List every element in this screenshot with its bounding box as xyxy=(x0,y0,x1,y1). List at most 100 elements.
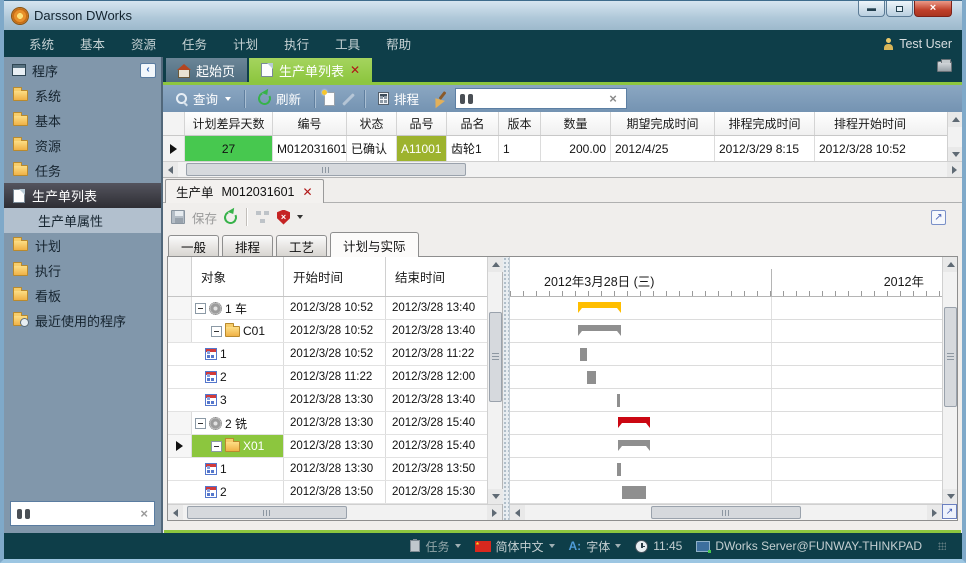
col-plan-diff-days[interactable]: 计划差异天数 xyxy=(185,112,273,135)
cell-part-name[interactable]: 齿轮1 xyxy=(447,136,499,161)
status-task-selector[interactable]: 任务 xyxy=(410,538,460,555)
col-part-name[interactable]: 品名 xyxy=(447,112,499,135)
col-sched-finish[interactable]: 排程完成时间 xyxy=(715,112,815,135)
tab-close-icon[interactable]: ✕ xyxy=(350,63,360,77)
broom-clear-icon[interactable] xyxy=(429,91,445,106)
status-clock[interactable]: 11:45 xyxy=(635,539,682,553)
scroll-right-button[interactable] xyxy=(927,505,942,520)
collapse-node-icon[interactable] xyxy=(195,418,206,429)
gantt-bar[interactable] xyxy=(617,394,620,407)
sidebar-search-clear-icon[interactable]: × xyxy=(140,506,148,521)
scroll-down-button[interactable] xyxy=(943,489,958,504)
cell-sched-start[interactable]: 2012/3/28 10:52 xyxy=(815,136,925,161)
tree-row[interactable]: 1 车 2012/3/28 10:52 2012/3/28 13:40 xyxy=(168,297,487,320)
scroll-right-button[interactable] xyxy=(947,162,962,177)
cell-version[interactable]: 1 xyxy=(499,136,541,161)
refresh-icon[interactable] xyxy=(222,209,239,226)
cell-plan-diff-days[interactable]: 27 xyxy=(185,136,273,161)
gantt-bar[interactable] xyxy=(578,325,621,336)
schedule-button[interactable]: 排程 xyxy=(374,87,423,110)
status-font-selector[interactable]: A: 字体 xyxy=(569,538,622,555)
collapse-node-icon[interactable] xyxy=(211,326,222,337)
col-status[interactable]: 状态 xyxy=(347,112,397,135)
scroll-thumb[interactable] xyxy=(186,163,466,176)
tree-col-start[interactable]: 开始时间 xyxy=(284,257,386,296)
popout-icon[interactable]: ↗ xyxy=(931,210,946,225)
grid-data-row[interactable]: 27 M012031601 已确认 A11001 齿轮1 1 200.00 20… xyxy=(163,136,947,162)
refresh-button[interactable]: 刷新 xyxy=(254,87,305,110)
col-qty[interactable]: 数量 xyxy=(541,112,611,135)
tree-row[interactable]: 3 2012/3/28 13:30 2012/3/28 13:40 xyxy=(168,389,487,412)
toolbar-search-clear-button[interactable]: × xyxy=(604,90,622,107)
menu-plan[interactable]: 计划 xyxy=(220,30,271,57)
menu-help[interactable]: 帮助 xyxy=(373,30,424,57)
current-user[interactable]: Test User xyxy=(883,37,952,51)
status-server[interactable]: DWorks Server@FUNWAY-THINKPAD xyxy=(696,539,922,553)
tree-row[interactable]: 1 2012/3/28 10:52 2012/3/28 11:22 xyxy=(168,343,487,366)
collapse-node-icon[interactable] xyxy=(211,441,222,452)
grid-vertical-scrollbar[interactable] xyxy=(947,112,962,162)
cell-code[interactable]: M012031601 xyxy=(273,136,347,161)
scroll-left-button[interactable] xyxy=(168,505,183,520)
cell-status[interactable]: 已确认 xyxy=(347,136,397,161)
close-button[interactable]: × xyxy=(914,1,952,17)
scroll-left-button[interactable] xyxy=(510,505,525,520)
gantt-bar[interactable] xyxy=(618,417,650,428)
tree-col-object[interactable]: 对象 xyxy=(192,257,284,296)
gantt-bar[interactable] xyxy=(580,348,587,361)
scroll-down-button[interactable] xyxy=(488,489,503,504)
new-document-icon[interactable] xyxy=(324,92,335,106)
doc-tab-close-icon[interactable]: ✕ xyxy=(303,185,313,199)
tree-gantt-splitter[interactable] xyxy=(503,257,510,520)
gantt-bar[interactable] xyxy=(618,440,650,451)
scroll-up-button[interactable] xyxy=(948,112,963,127)
menu-tools[interactable]: 工具 xyxy=(322,30,373,57)
sidebar-item-system[interactable]: 系统 xyxy=(4,83,161,108)
tab-process[interactable]: 工艺 xyxy=(276,235,327,256)
col-version[interactable]: 版本 xyxy=(499,112,541,135)
cell-sched-finish[interactable]: 2012/3/29 8:15 xyxy=(715,136,815,161)
chevron-down-icon[interactable] xyxy=(297,215,303,219)
cell-qty[interactable]: 200.00 xyxy=(541,136,611,161)
restore-button[interactable] xyxy=(886,1,913,17)
menu-execute[interactable]: 执行 xyxy=(271,30,322,57)
sidebar-item-execute[interactable]: 执行 xyxy=(4,258,161,283)
tree-row[interactable]: 2 2012/3/28 11:22 2012/3/28 12:00 xyxy=(168,366,487,389)
printer-icon[interactable] xyxy=(937,61,952,72)
tree-row[interactable]: 1 2012/3/28 13:30 2012/3/28 13:50 xyxy=(168,458,487,481)
col-expect-finish[interactable]: 期望完成时间 xyxy=(611,112,715,135)
sidebar-item-production-order-list[interactable]: 生产单列表 xyxy=(4,183,161,208)
shield-cancel-icon[interactable]: × xyxy=(277,210,290,225)
gantt-horizontal-scrollbar[interactable] xyxy=(510,504,942,520)
sidebar-collapse-button[interactable]: ‹ xyxy=(140,63,156,78)
gantt-bar[interactable] xyxy=(578,302,621,313)
collapse-node-icon[interactable] xyxy=(195,303,206,314)
sidebar-item-kanban[interactable]: 看板 xyxy=(4,283,161,308)
scroll-thumb[interactable] xyxy=(651,506,801,519)
sidebar-item-recent-programs[interactable]: 最近使用的程序 xyxy=(4,308,161,333)
tab-plan-vs-actual[interactable]: 计划与实际 xyxy=(330,232,419,257)
tree-horizontal-scrollbar[interactable] xyxy=(168,504,502,520)
tree-row[interactable]: C01 2012/3/28 10:52 2012/3/28 13:40 xyxy=(168,320,487,343)
scroll-up-button[interactable] xyxy=(488,257,503,272)
tree-vertical-scrollbar[interactable] xyxy=(487,257,502,504)
scroll-thumb[interactable] xyxy=(944,307,957,407)
detail-doc-tab[interactable]: 生产单 M012031601 ✕ xyxy=(165,179,324,203)
sidebar-item-resource[interactable]: 资源 xyxy=(4,133,161,158)
cell-expect-finish[interactable]: 2012/4/25 xyxy=(611,136,715,161)
hierarchy-icon[interactable] xyxy=(256,211,270,224)
tab-general[interactable]: 一般 xyxy=(168,235,219,256)
menu-task[interactable]: 任务 xyxy=(169,30,220,57)
col-sched-start[interactable]: 排程开始时间 xyxy=(815,112,925,135)
scroll-right-button[interactable] xyxy=(487,505,502,520)
tab-start-page[interactable]: 起始页 xyxy=(166,58,247,82)
minimize-button[interactable]: ▬ xyxy=(858,1,885,17)
tree-row[interactable]: 2 2012/3/28 13:50 2012/3/28 15:30 xyxy=(168,481,487,504)
sidebar-search-box[interactable]: × xyxy=(10,501,155,526)
sidebar-item-basic[interactable]: 基本 xyxy=(4,108,161,133)
tab-production-order-list[interactable]: 生产单列表 ✕ xyxy=(249,58,372,82)
tree-row[interactable]: 2 铣 2012/3/28 13:30 2012/3/28 15:40 xyxy=(168,412,487,435)
cell-part-no[interactable]: A11001 xyxy=(397,136,447,161)
gantt-expand-icon[interactable]: ↗ xyxy=(942,504,957,519)
gantt-vertical-scrollbar[interactable] xyxy=(942,257,957,504)
